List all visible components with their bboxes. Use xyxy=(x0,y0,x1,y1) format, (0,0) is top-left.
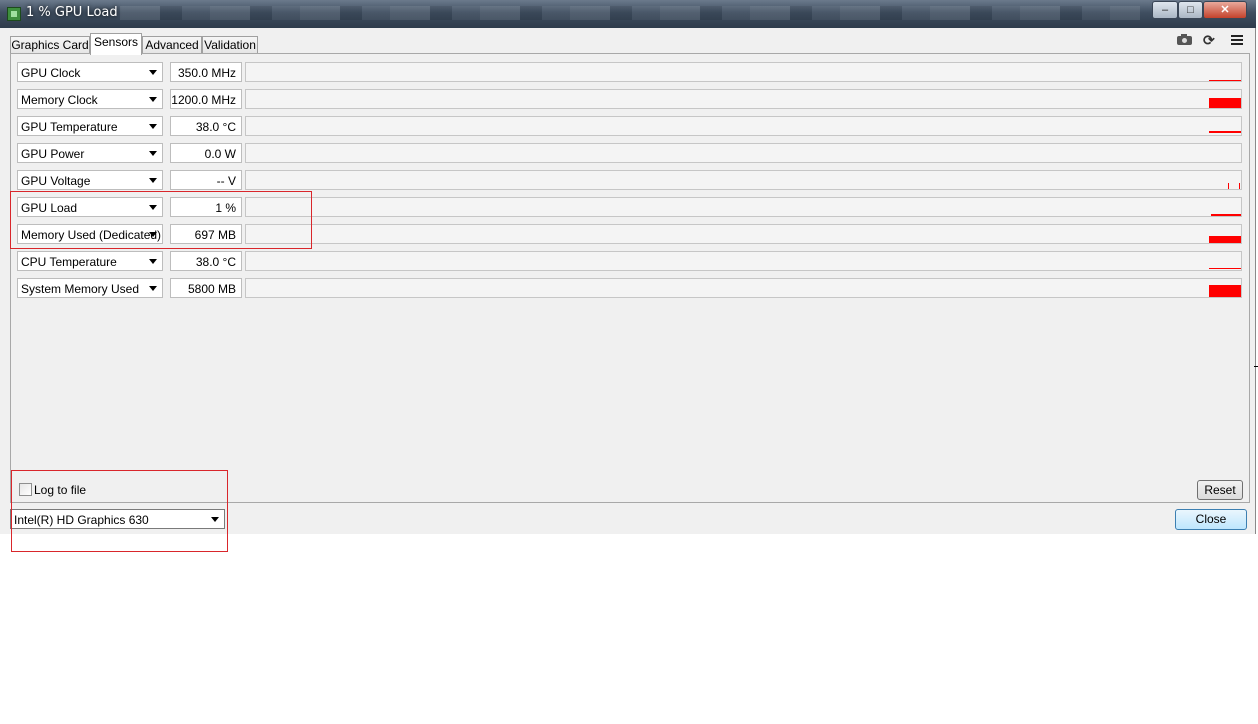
sensor-name: GPU Voltage xyxy=(21,174,91,188)
sensor-graph xyxy=(245,143,1242,163)
reset-button[interactable]: Reset xyxy=(1197,480,1243,500)
sensor-row: GPU Power 0.0 W xyxy=(17,143,1242,163)
sensor-value-box: 38.0 °C xyxy=(170,116,242,136)
sensor-name: CPU Temperature xyxy=(21,255,117,269)
graph-activity-bar xyxy=(1239,183,1240,189)
sensor-value-box: 0.0 W xyxy=(170,143,242,163)
sensor-graph xyxy=(245,197,1242,217)
minimize-button[interactable]: – xyxy=(1152,1,1178,19)
sensor-graph xyxy=(245,170,1242,190)
sensor-graph xyxy=(245,224,1242,244)
sensor-value-box: 38.0 °C xyxy=(170,251,242,271)
graph-activity-bar xyxy=(1209,236,1241,243)
menu-icon[interactable] xyxy=(1230,33,1246,47)
sensor-select[interactable]: Memory Used (Dedicated) xyxy=(17,224,163,244)
sensor-name: System Memory Used xyxy=(21,282,140,296)
refresh-icon[interactable]: ⟳ xyxy=(1203,33,1219,47)
sensor-graph xyxy=(245,116,1242,136)
camera-icon[interactable] xyxy=(1177,33,1193,47)
sensor-row: Memory Clock 1200.0 MHz xyxy=(17,89,1242,109)
gpu-z-window: 1 % GPU Load – □ ✕ Graphics Card Sensors… xyxy=(0,0,1256,534)
sensor-value: 1200.0 MHz xyxy=(171,93,236,107)
sensor-value-box: 350.0 MHz xyxy=(170,62,242,82)
device-select[interactable]: Intel(R) HD Graphics 630 xyxy=(10,509,225,529)
sensor-graph xyxy=(245,251,1242,271)
sensor-value-box: 697 MB xyxy=(170,224,242,244)
window-close-button[interactable]: ✕ xyxy=(1203,1,1247,19)
sensor-select[interactable]: Memory Clock xyxy=(17,89,163,109)
title-bar-background xyxy=(120,6,1140,20)
chevron-down-icon xyxy=(149,70,157,75)
sensor-name: Memory Clock xyxy=(21,93,98,107)
sensor-row: GPU Clock 350.0 MHz xyxy=(17,62,1242,82)
graph-activity-bar xyxy=(1209,98,1241,108)
sensor-row: Memory Used (Dedicated) 697 MB xyxy=(17,224,1242,244)
sensor-value-box: 5800 MB xyxy=(170,278,242,298)
sensor-name: GPU Power xyxy=(21,147,85,161)
maximize-button[interactable]: □ xyxy=(1178,1,1203,19)
sensor-row: CPU Temperature 38.0 °C xyxy=(17,251,1242,271)
close-button[interactable]: Close xyxy=(1175,509,1247,530)
sensor-select[interactable]: GPU Temperature xyxy=(17,116,163,136)
sensor-value: 350.0 MHz xyxy=(177,66,236,80)
sensor-graph xyxy=(245,89,1242,109)
app-icon xyxy=(7,7,21,21)
sensor-name: GPU Load xyxy=(21,201,78,215)
sensor-value: 38.0 °C xyxy=(195,255,236,269)
sensor-row: GPU Load 1 % xyxy=(17,197,1242,217)
log-to-file-checkbox[interactable] xyxy=(19,483,32,496)
edge-mark xyxy=(1254,366,1258,367)
sensor-name: GPU Temperature xyxy=(21,120,118,134)
sensor-name: Memory Used (Dedicated) xyxy=(21,228,162,242)
sensor-value: 697 MB xyxy=(194,228,236,242)
sensor-value: 5800 MB xyxy=(187,282,236,296)
sensor-value-box: 1200.0 MHz xyxy=(170,89,242,109)
sensor-row: GPU Temperature 38.0 °C xyxy=(17,116,1242,136)
chevron-down-icon xyxy=(211,517,219,522)
sensor-row: System Memory Used 5800 MB xyxy=(17,278,1242,298)
chevron-down-icon xyxy=(149,124,157,129)
chevron-down-icon xyxy=(149,259,157,264)
chevron-down-icon xyxy=(149,178,157,183)
chevron-down-icon xyxy=(149,151,157,156)
graph-activity-bar xyxy=(1209,131,1241,133)
title-bar[interactable]: 1 % GPU Load – □ ✕ xyxy=(0,0,1256,28)
sensor-value-box: 1 % xyxy=(170,197,242,217)
device-name: Intel(R) HD Graphics 630 xyxy=(14,513,149,527)
sensor-select[interactable]: GPU Voltage xyxy=(17,170,163,190)
sensor-graph xyxy=(245,278,1242,298)
chevron-down-icon xyxy=(149,286,157,291)
sensor-select[interactable]: GPU Clock xyxy=(17,62,163,82)
sensor-row: GPU Voltage -- V xyxy=(17,170,1242,190)
chevron-down-icon xyxy=(149,97,157,102)
graph-activity-bar xyxy=(1228,183,1229,189)
sensor-select[interactable]: CPU Temperature xyxy=(17,251,163,271)
sensor-value: 38.0 °C xyxy=(195,120,236,134)
sensor-name: GPU Clock xyxy=(21,66,81,80)
graph-activity-bar xyxy=(1211,214,1241,216)
graph-activity-bar xyxy=(1209,80,1241,81)
sensor-value: 1 % xyxy=(215,201,236,215)
window-title: 1 % GPU Load xyxy=(26,5,118,20)
sensor-value: -- V xyxy=(216,174,236,188)
sensor-value: 0.0 W xyxy=(204,147,236,161)
graph-activity-bar xyxy=(1209,268,1241,269)
sensor-value-box: -- V xyxy=(170,170,242,190)
chevron-down-icon xyxy=(149,205,157,210)
tab-sensors[interactable]: Sensors xyxy=(90,33,142,55)
sensor-select[interactable]: GPU Load xyxy=(17,197,163,217)
graph-activity-bar xyxy=(1209,285,1241,297)
chevron-down-icon xyxy=(149,232,157,237)
sensor-select[interactable]: System Memory Used xyxy=(17,278,163,298)
sensor-graph xyxy=(245,62,1242,82)
log-to-file-label: Log to file xyxy=(34,483,87,497)
sensor-select[interactable]: GPU Power xyxy=(17,143,163,163)
